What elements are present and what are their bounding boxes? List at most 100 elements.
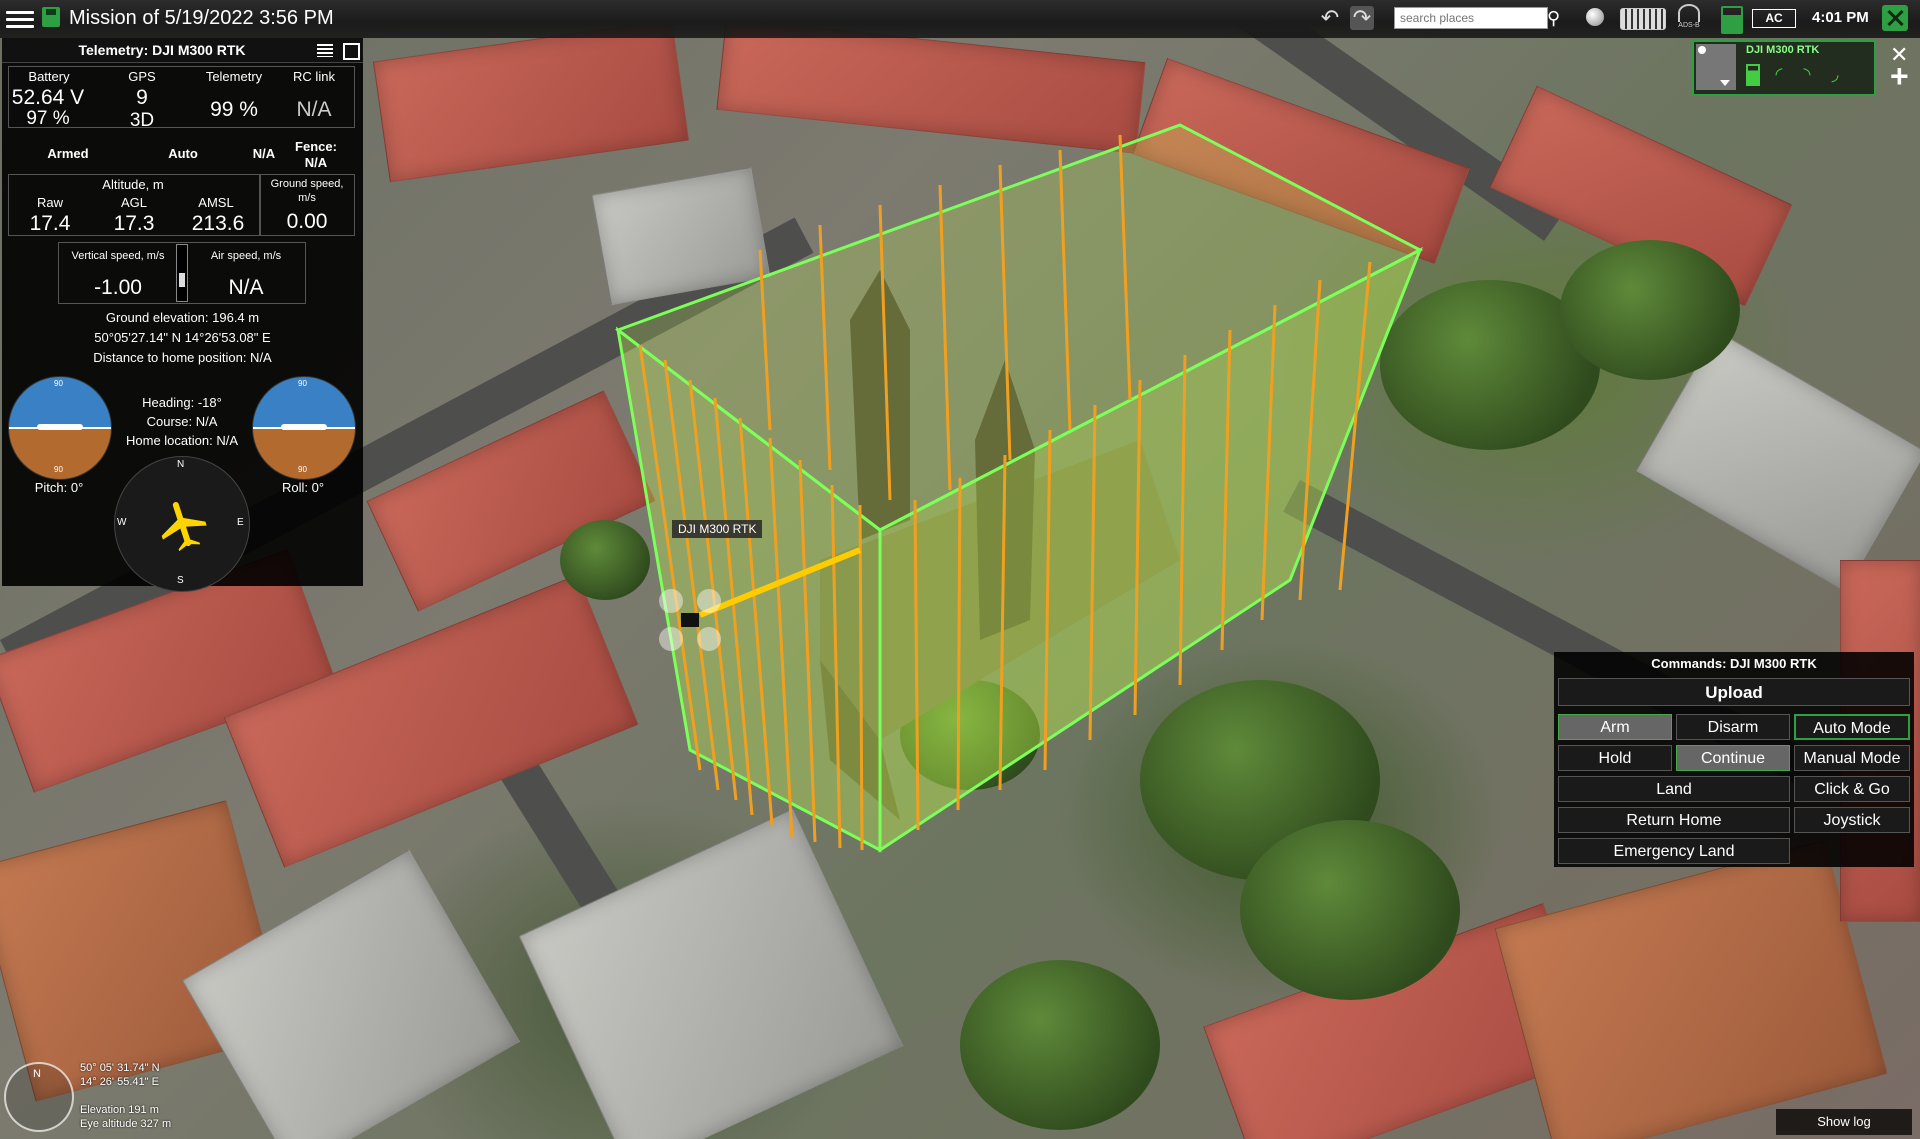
vertical-speed-fill	[179, 273, 185, 287]
altitude-label: Altitude, m	[102, 177, 164, 192]
heading-value: Heading: -18°	[142, 395, 222, 410]
click-go-button[interactable]: Click & Go	[1794, 776, 1910, 802]
vertical-speed-bar	[176, 244, 188, 302]
vehicle-selector[interactable]: DJI M300 RTK ◜ ◝ ◞	[1692, 40, 1876, 96]
flight-mode: Auto	[168, 146, 198, 161]
chevron-down-icon[interactable]	[1720, 80, 1730, 86]
aircraft-icon	[161, 501, 207, 551]
gps-sats: 9	[136, 86, 148, 109]
emergency-land-button[interactable]: Emergency Land	[1558, 838, 1790, 864]
clock: 4:01 PM	[1812, 9, 1869, 26]
undock-icon[interactable]	[343, 43, 360, 60]
air-speed-value: N/A	[228, 276, 264, 299]
raw-label: Raw	[36, 195, 63, 210]
pitch-tick-top: 90	[54, 379, 63, 388]
redo-icon[interactable]: ↷	[1350, 6, 1374, 30]
search-places-input[interactable]	[1394, 7, 1548, 29]
battery-percent: 97 %	[26, 108, 70, 129]
gps-label: GPS	[128, 69, 156, 84]
telemetry-panel: Telemetry: DJI M300 RTK Battery 52.64 V …	[2, 38, 363, 592]
commands-title: Commands: DJI M300 RTK	[1651, 656, 1817, 671]
amsl-altitude: 213.6	[191, 212, 245, 235]
home-location: Home location: N/A	[126, 433, 238, 448]
vehicle-thumbnail[interactable]	[1696, 44, 1736, 90]
fence-value: N/A	[304, 155, 328, 170]
compass-north: N	[177, 459, 185, 470]
armed-status: Armed	[47, 146, 89, 161]
telemetry-signal-icon: ◝	[1803, 64, 1811, 84]
ground-speed-value: 0.00	[286, 210, 328, 233]
ground-speed-label: Ground speed, m/s	[270, 178, 344, 204]
battery-icon[interactable]	[1721, 6, 1743, 34]
heading-compass: N S E W	[114, 456, 250, 592]
undo-icon[interactable]: ↶	[1318, 6, 1342, 30]
course-value: Course: N/A	[146, 414, 218, 429]
pitch-indicator: 90 90	[8, 376, 112, 480]
list-icon[interactable]	[317, 44, 333, 57]
globe-icon[interactable]	[1586, 8, 1604, 26]
gps-fix: 3D	[129, 110, 155, 131]
drone-icon[interactable]	[655, 585, 725, 655]
raw-altitude: 17.4	[29, 212, 71, 235]
vehicle-name: DJI M300 RTK	[1746, 44, 1820, 56]
land-button[interactable]: Land	[1558, 776, 1790, 802]
cursor-longitude: 14° 26' 55.41" E	[80, 1076, 159, 1088]
compass-west: W	[117, 517, 127, 528]
telemetry-link-label: Telemetry	[205, 69, 263, 84]
search-icon[interactable]: ⚲	[1547, 8, 1560, 29]
distance-home: Distance to home position: N/A	[93, 350, 272, 365]
roll-tick-bottom: 90	[298, 465, 307, 474]
vertical-speed-label: Vertical speed, m/s	[71, 250, 165, 262]
gps-signal-icon: ◜	[1775, 64, 1783, 84]
fence-label: Fence:	[295, 139, 337, 154]
show-log-button[interactable]: Show log	[1776, 1109, 1912, 1135]
person-icon	[1698, 46, 1706, 54]
vehicle-coordinates: 50°05'27.14" N 14°26'53.08" E	[94, 330, 271, 345]
map-compass-icon[interactable]	[4, 1062, 74, 1132]
hold-button[interactable]: Hold	[1558, 745, 1672, 771]
return-home-button[interactable]: Return Home	[1558, 807, 1790, 833]
compass-south: S	[177, 575, 184, 586]
save-icon[interactable]	[42, 7, 60, 27]
roll-tick-top: 90	[298, 379, 307, 388]
battery-voltage: 52.64 V	[11, 86, 85, 109]
top-bar: Mission of 5/19/2022 3:56 PM ↶ ↷ ⚲ ADS-B…	[0, 0, 1920, 38]
mode-extra: N/A	[252, 146, 276, 161]
disarm-button[interactable]: Disarm	[1676, 714, 1790, 740]
drone-map-label: DJI M300 RTK	[672, 520, 763, 538]
roll-indicator: 90 90	[252, 376, 356, 480]
rc-link-value: N/A	[296, 98, 332, 121]
telemetry-header: Telemetry: DJI M300 RTK	[2, 38, 363, 63]
hamburger-menu-icon[interactable]	[6, 8, 34, 30]
ac-badge[interactable]: AC	[1752, 9, 1796, 28]
arm-button[interactable]: Arm	[1558, 714, 1672, 740]
keyboard-icon[interactable]	[1620, 8, 1666, 30]
eye-altitude: Eye altitude 327 m	[80, 1118, 172, 1130]
telemetry-title: Telemetry: DJI M300 RTK	[78, 42, 246, 58]
rc-link-label: RC link	[293, 69, 335, 84]
mission-title: Mission of 5/19/2022 3:56 PM	[69, 7, 334, 29]
adsb-icon[interactable]: ADS-B	[1677, 4, 1701, 32]
pitch-tick-bottom: 90	[54, 465, 63, 474]
upload-button[interactable]: Upload	[1558, 678, 1910, 706]
close-panel-icon[interactable]: ✕ +	[1890, 44, 1916, 93]
joystick-button[interactable]: Joystick	[1794, 807, 1910, 833]
battery-label: Battery	[28, 69, 70, 84]
auto-mode-button[interactable]: Auto Mode	[1794, 714, 1910, 740]
compass-east: E	[237, 517, 244, 528]
rc-signal-icon: ◞	[1831, 64, 1839, 84]
telemetry-link-value: 99 %	[210, 98, 258, 121]
pitch-value: Pitch: 0°	[34, 480, 84, 495]
commands-panel: Commands: DJI M300 RTK Upload Arm Disarm…	[1554, 652, 1914, 867]
roll-value: Roll: 0°	[281, 480, 325, 495]
fullscreen-icon[interactable]	[1882, 5, 1908, 31]
agl-label: AGL	[120, 195, 147, 210]
continue-button[interactable]: Continue	[1676, 745, 1790, 771]
manual-mode-button[interactable]: Manual Mode	[1794, 745, 1910, 771]
agl-altitude: 17.3	[113, 212, 155, 235]
battery-icon	[1746, 64, 1760, 86]
cursor-latitude: 50° 05' 31.74" N	[80, 1062, 160, 1074]
adsb-label: ADS-B	[1678, 22, 1700, 29]
amsl-label: AMSL	[198, 195, 234, 210]
air-speed-label: Air speed, m/s	[210, 250, 282, 262]
